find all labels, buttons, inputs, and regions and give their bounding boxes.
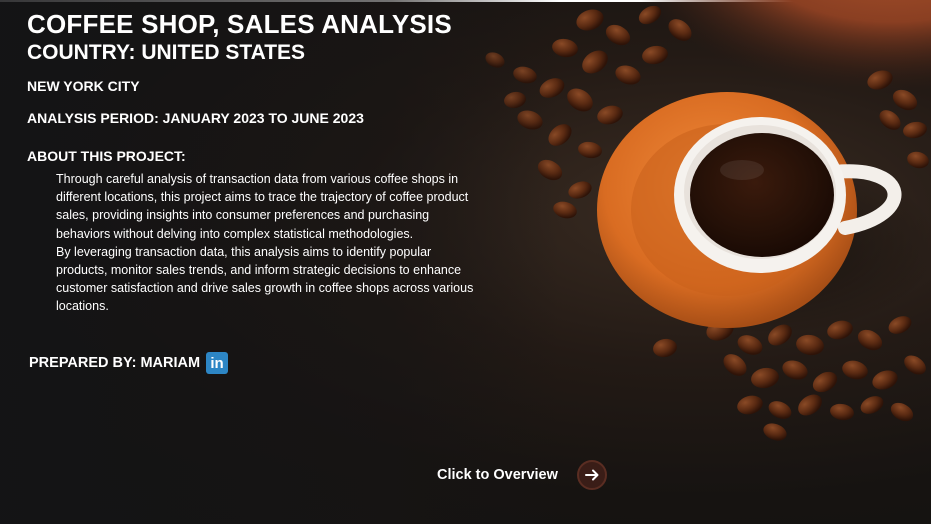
author-label: PREPARED BY: MARIAM — [29, 355, 201, 371]
analysis-period: ANALYSIS PERIOD: JANUARY 2023 TO JUNE 20… — [27, 110, 364, 126]
arrow-right-icon — [584, 469, 599, 481]
overview-link[interactable]: Click to Overview — [437, 467, 558, 483]
overview-button[interactable] — [576, 460, 607, 490]
about-description: Through careful analysis of transaction … — [56, 170, 481, 316]
page-title: COFFEE SHOP, SALES ANALYSIS — [27, 9, 452, 39]
author-credit: PREPARED BY: MARIAM in — [29, 352, 229, 374]
about-heading: ABOUT THIS PROJECT: — [27, 148, 186, 164]
linkedin-icon[interactable]: in — [206, 352, 229, 374]
about-paragraph-2: By leveraging transaction data, this ana… — [56, 244, 474, 314]
overview-navigation[interactable]: Click to Overview — [437, 460, 607, 490]
landing-slide: COFFEE SHOP, SALES ANALYSIS COUNTRY: UNI… — [0, 0, 931, 524]
city-label: NEW YORK CITY — [27, 78, 140, 94]
about-paragraph-1: Through careful analysis of transaction … — [56, 172, 469, 241]
country-subtitle: COUNTRY: UNITED STATES — [27, 41, 306, 64]
